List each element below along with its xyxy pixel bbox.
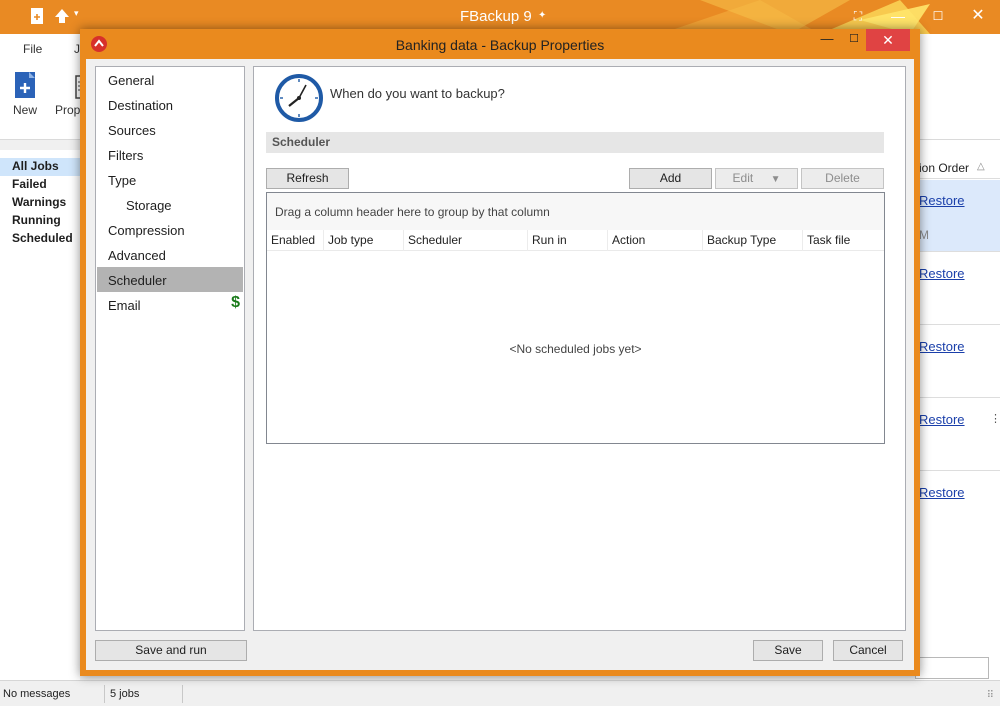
- group-by-panel[interactable]: Drag a column header here to group by th…: [267, 193, 884, 230]
- new-button[interactable]: New: [12, 70, 38, 117]
- resize-grip-icon[interactable]: ⠿: [987, 690, 994, 701]
- grid-header: Enabled Job type Scheduler Run in Action…: [267, 230, 884, 251]
- properties-nav: General Destination Sources Filters Type…: [95, 66, 245, 631]
- column-header-task-file[interactable]: Task file: [803, 230, 884, 251]
- column-header-enabled[interactable]: Enabled: [267, 230, 324, 251]
- status-jobs: 5 jobs: [110, 688, 140, 700]
- column-header-action[interactable]: Action: [608, 230, 703, 251]
- dollar-icon: $: [231, 294, 240, 311]
- more-icon[interactable]: ⋮: [990, 412, 1000, 425]
- maximize-icon[interactable]: ☐: [918, 0, 958, 34]
- nav-item-filters[interactable]: Filters: [97, 142, 243, 167]
- save-button[interactable]: Save: [753, 640, 823, 661]
- nav-item-destination[interactable]: Destination: [97, 92, 243, 117]
- new-label: New: [12, 103, 37, 117]
- column-header-label: ion Order: [919, 161, 970, 175]
- nav-item-sources[interactable]: Sources: [97, 117, 243, 142]
- nav-item-email-label: Email: [108, 298, 141, 313]
- close-icon[interactable]: ✕: [958, 0, 998, 34]
- row-partial-text: M: [919, 228, 929, 242]
- save-and-run-button[interactable]: Save and run: [95, 640, 247, 661]
- new-doc-icon[interactable]: [30, 7, 48, 25]
- edit-dropdown-icon: ▼: [770, 174, 781, 185]
- edit-label: Edit: [732, 171, 754, 185]
- restore-link[interactable]: Restore: [919, 339, 965, 354]
- job-row[interactable]: Restore: [915, 252, 1000, 325]
- job-row[interactable]: Restore ⋮: [915, 398, 1000, 471]
- schedule-question: When do you want to backup?: [330, 86, 505, 101]
- app-title: FBackup 9: [460, 8, 532, 25]
- sort-icon: △: [977, 161, 985, 172]
- status-divider: [104, 685, 105, 703]
- section-title: Scheduler: [266, 132, 884, 153]
- up-arrow-icon[interactable]: [53, 7, 71, 25]
- qa-dropdown-icon[interactable]: ▾: [74, 8, 92, 26]
- nav-item-email[interactable]: Email $: [97, 292, 243, 317]
- category-warnings[interactable]: Warnings: [0, 194, 80, 212]
- dialog-close-button[interactable]: ✕: [866, 29, 910, 51]
- job-row[interactable]: Restore M: [915, 180, 1000, 252]
- dialog-title: Banking data - Backup Properties: [395, 37, 605, 53]
- job-categories: All Jobs Failed Warnings Running Schedul…: [0, 150, 80, 680]
- column-header-job-type[interactable]: Job type: [324, 230, 404, 251]
- new-job-icon: [15, 72, 35, 98]
- status-divider: [182, 685, 183, 703]
- job-row[interactable]: Restore: [915, 471, 1000, 544]
- nav-item-storage[interactable]: Storage: [97, 192, 243, 217]
- sparkle-icon: ✦: [538, 10, 547, 21]
- tab-file[interactable]: File: [23, 42, 42, 56]
- backup-properties-dialog: Banking data - Backup Properties — ☐ ✕ G…: [80, 29, 920, 676]
- search-input[interactable]: [915, 657, 989, 679]
- empty-grid-message: <No scheduled jobs yet>: [509, 342, 642, 356]
- dialog-title-bar[interactable]: Banking data - Backup Properties — ☐ ✕: [80, 29, 920, 59]
- cancel-button[interactable]: Cancel: [833, 640, 903, 661]
- nav-item-compression[interactable]: Compression: [97, 217, 243, 242]
- restore-link[interactable]: Restore: [919, 193, 965, 208]
- category-all-jobs[interactable]: All Jobs: [0, 158, 80, 176]
- clock-icon: [275, 74, 323, 122]
- nav-item-type[interactable]: Type: [97, 167, 243, 192]
- dialog-body: General Destination Sources Filters Type…: [86, 59, 914, 670]
- add-button[interactable]: Add: [629, 168, 712, 189]
- job-row[interactable]: Restore: [915, 325, 1000, 398]
- restore-link[interactable]: Restore: [919, 266, 965, 281]
- restore-link[interactable]: Restore: [919, 412, 965, 427]
- dialog-maximize-icon[interactable]: ☐: [839, 29, 869, 51]
- category-failed[interactable]: Failed: [0, 176, 80, 194]
- status-messages: No messages: [3, 688, 71, 700]
- category-scheduled[interactable]: Scheduled: [0, 230, 80, 248]
- dialog-minimize-icon[interactable]: —: [812, 29, 842, 51]
- column-header-backup-type[interactable]: Backup Type: [703, 230, 803, 251]
- nav-item-general[interactable]: General: [97, 67, 243, 92]
- column-header-run-in[interactable]: Run in: [528, 230, 608, 251]
- edit-button[interactable]: Edit ▼: [715, 168, 798, 189]
- nav-item-scheduler[interactable]: Scheduler: [97, 267, 243, 292]
- job-list-right: ion Order △ Restore M Restore Restore Re…: [915, 140, 1000, 680]
- column-header-scheduler[interactable]: Scheduler: [404, 230, 528, 251]
- status-bar: No messages 5 jobs ⠿: [0, 680, 1000, 706]
- category-running[interactable]: Running: [0, 212, 80, 230]
- column-header-order[interactable]: ion Order △: [915, 157, 1000, 179]
- refresh-button[interactable]: Refresh: [266, 168, 349, 189]
- scheduler-panel: When do you want to backup? Scheduler Re…: [253, 66, 906, 631]
- scheduled-jobs-grid: Drag a column header here to group by th…: [266, 192, 885, 444]
- delete-button[interactable]: Delete: [801, 168, 884, 189]
- nav-item-advanced[interactable]: Advanced: [97, 242, 243, 267]
- restore-link[interactable]: Restore: [919, 485, 965, 500]
